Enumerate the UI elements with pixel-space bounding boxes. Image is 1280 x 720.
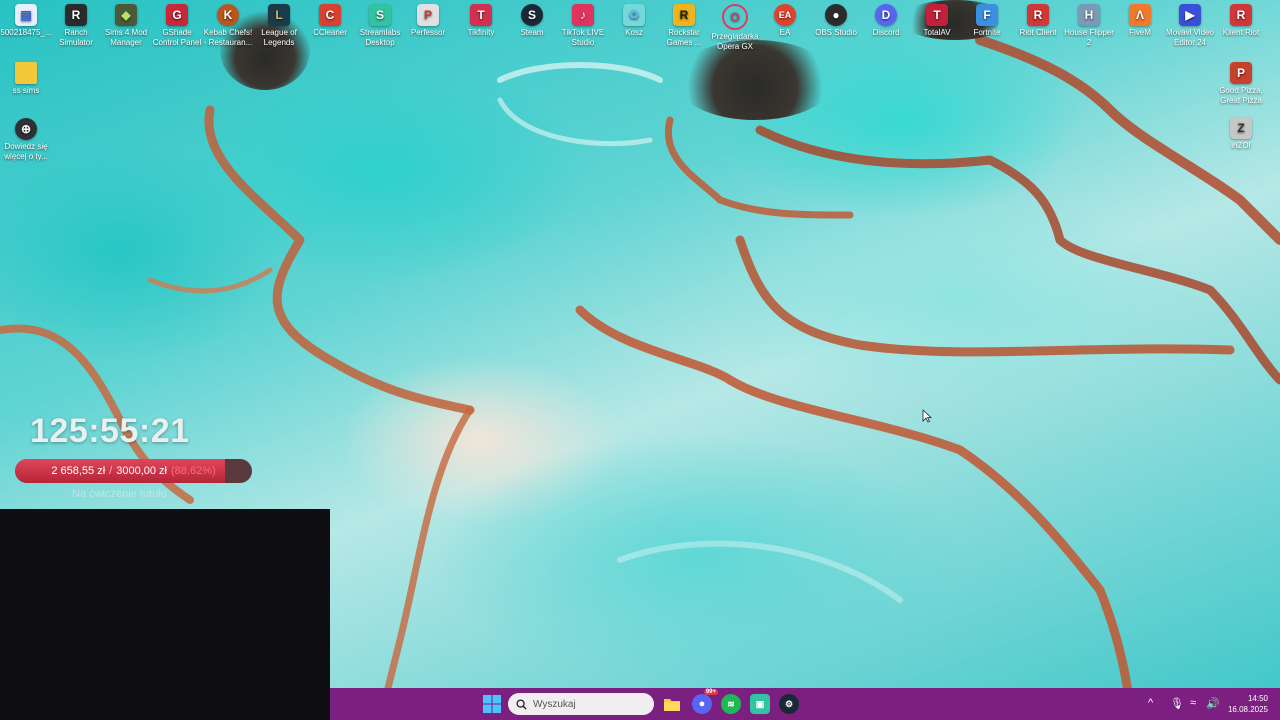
movavi-icon: ▶ xyxy=(1179,4,1201,26)
desktop-icon-discord[interactable]: D Discord xyxy=(860,4,912,38)
clock-time: 14:50 xyxy=(1247,694,1268,703)
desktop-icon-league-of-legends[interactable]: L League of Legends xyxy=(253,4,305,48)
document-icon: ▤ xyxy=(15,4,37,26)
desktop-icon-ss-sims-folder[interactable]: ss sims xyxy=(0,62,52,96)
tray-expand-chevron-icon[interactable]: ^ xyxy=(1148,697,1153,709)
tikfinity-icon: T xyxy=(470,4,492,26)
totalav-icon: T xyxy=(926,4,948,26)
goal-current-amount: 2 658,55 zł xyxy=(51,465,106,477)
taskbar-spotify[interactable]: ≋ xyxy=(721,694,741,714)
discord-icon: ● xyxy=(698,698,706,710)
desktop-icon-fivem[interactable]: Λ FiveM xyxy=(1114,4,1166,38)
rockstar-icon: R xyxy=(673,4,695,26)
streamlabs-icon: ▣ xyxy=(755,698,765,709)
desktop-icon-gshade[interactable]: G GShade Control Panel xyxy=(151,4,203,48)
desktop-icon-movavi[interactable]: ▶ Movavi Video Editor 24 xyxy=(1164,4,1216,48)
desktop-icon-perfessor[interactable]: P Perfessor xyxy=(402,4,454,38)
ea-icon: EA xyxy=(774,4,796,26)
search-icon xyxy=(516,698,527,710)
obs-icon: ● xyxy=(825,4,847,26)
taskbar-file-explorer[interactable] xyxy=(662,694,682,714)
desktop-icon-inzoi[interactable]: Z inZOI xyxy=(1215,117,1267,151)
taskbar-steam[interactable]: ⚙ xyxy=(779,694,799,714)
search-placeholder: Wyszukaj xyxy=(533,698,576,710)
recycle-bin-icon: ♻ xyxy=(623,4,645,26)
desktop-icon-rockstar-games[interactable]: R Rockstar Games ... xyxy=(658,4,710,48)
perfessor-icon: P xyxy=(417,4,439,26)
streamlabs-icon: S xyxy=(369,4,391,26)
gshade-icon: G xyxy=(166,4,188,26)
steam-icon: ⚙ xyxy=(784,698,794,709)
windows-icon xyxy=(483,695,501,713)
desktop-icon-learn-more[interactable]: ⊕ Dowiedz się więcej o ty... xyxy=(0,118,52,162)
clock-date: 16.08.2025 xyxy=(1227,705,1268,714)
desktop-icon-ea[interactable]: EA EA xyxy=(759,4,811,38)
steam-icon: S xyxy=(521,4,543,26)
black-overlay-panel xyxy=(0,509,330,720)
taskbar-clock[interactable]: 14:50 16.08.2025 xyxy=(1228,693,1268,715)
discord-icon: D xyxy=(875,4,897,26)
desktop-icon-steam[interactable]: S Steam xyxy=(506,4,558,38)
taskbar: Wyszukaj ● 99+ ≋ ▣ ⚙ ^ 🎙 ≈ 🔊 14:50 16.08… xyxy=(330,688,1280,720)
taskbar-search-box[interactable]: Wyszukaj xyxy=(508,693,654,715)
desktop-icon-sims-mod-manager[interactable]: ◆ Sims 4 Mod Manager xyxy=(100,4,152,48)
volume-icon[interactable]: 🔊 xyxy=(1206,697,1220,710)
microphone-icon[interactable]: 🎙 xyxy=(1170,697,1184,710)
subathon-timer: 125:55:21 xyxy=(30,412,190,450)
donation-goal-bar: 2 658,55 zł / 3000,00 zł (88.62%) xyxy=(15,459,252,483)
desktop-icon-fortnite[interactable]: F Fortnite xyxy=(961,4,1013,38)
desktop-icon-ccleaner[interactable]: C CCleaner xyxy=(304,4,356,38)
taskbar-discord[interactable]: ● 99+ xyxy=(692,689,718,714)
good-pizza-icon: P xyxy=(1230,62,1252,84)
folder-icon xyxy=(15,62,37,84)
league-of-legends-icon: L xyxy=(268,4,290,26)
spotify-icon: ≋ xyxy=(727,698,735,709)
discord-badge: 99+ xyxy=(703,689,718,695)
riot-client-icon: R xyxy=(1027,4,1049,26)
desktop-icon-ranch-simulator[interactable]: R Ranch Simulator xyxy=(50,4,102,48)
desktop-icon-streamlabs[interactable]: S Streamlabs Desktop xyxy=(354,4,406,48)
klient-riot-icon: R xyxy=(1230,4,1252,26)
goal-separator: / xyxy=(109,465,113,477)
fortnite-icon: F xyxy=(976,4,998,26)
donation-goal-text: 2 658,55 zł / 3000,00 zł (88.62%) xyxy=(15,459,252,483)
learn-more-icon: ⊕ xyxy=(15,118,37,140)
tiktok-icon: ♪ xyxy=(572,4,594,26)
sims-mod-manager-icon: ◆ xyxy=(115,4,137,26)
house-flipper-icon: H xyxy=(1078,4,1100,26)
desktop-icon-opera-gx[interactable]: O Przeglądarka Opera GX xyxy=(709,4,761,52)
desktop-icon-file[interactable]: ▤ 500218475_... xyxy=(0,4,52,38)
goal-percent: (88.62%) xyxy=(171,465,216,477)
desktop-icon-good-pizza[interactable]: P Good Pizza, Great Pizza xyxy=(1215,62,1267,106)
inzoi-icon: Z xyxy=(1230,117,1252,139)
desktop-icon-tikfinity[interactable]: T Tikfinity xyxy=(455,4,507,38)
wifi-icon[interactable]: ≈ xyxy=(1190,697,1196,709)
fivem-icon: Λ xyxy=(1129,4,1151,26)
desktop-icon-house-flipper-2[interactable]: H House Flipper 2 xyxy=(1063,4,1115,48)
desktop-icon-totalav[interactable]: T TotalAV xyxy=(911,4,963,38)
goal-caption: Na ćwiczenie tutułu xyxy=(72,488,167,500)
folder-icon xyxy=(664,699,680,711)
desktop-icon-obs-studio[interactable]: ● OBS Studio xyxy=(810,4,862,38)
taskbar-streamlabs[interactable]: ▣ xyxy=(750,694,770,714)
desktop-icon-riot-client[interactable]: R Riot Client xyxy=(1012,4,1064,38)
opera-gx-icon: O xyxy=(722,4,748,30)
desktop-icon-kebab-chefs[interactable]: K Kebab Chefs! - Restauran... xyxy=(202,4,254,48)
ccleaner-icon: C xyxy=(319,4,341,26)
desktop-icon-tiktok-live-studio[interactable]: ♪ TikTok LIVE Studio xyxy=(557,4,609,48)
desktop-icon-klient-riot[interactable]: R Klient Riot xyxy=(1215,4,1267,38)
desktop-icon-recycle-bin[interactable]: ♻ Kosz xyxy=(608,4,660,38)
kebab-chefs-icon: K xyxy=(217,4,239,26)
goal-target-amount: 3000,00 zł xyxy=(116,465,167,477)
ranch-simulator-icon: R xyxy=(65,4,87,26)
start-button[interactable] xyxy=(482,694,502,714)
